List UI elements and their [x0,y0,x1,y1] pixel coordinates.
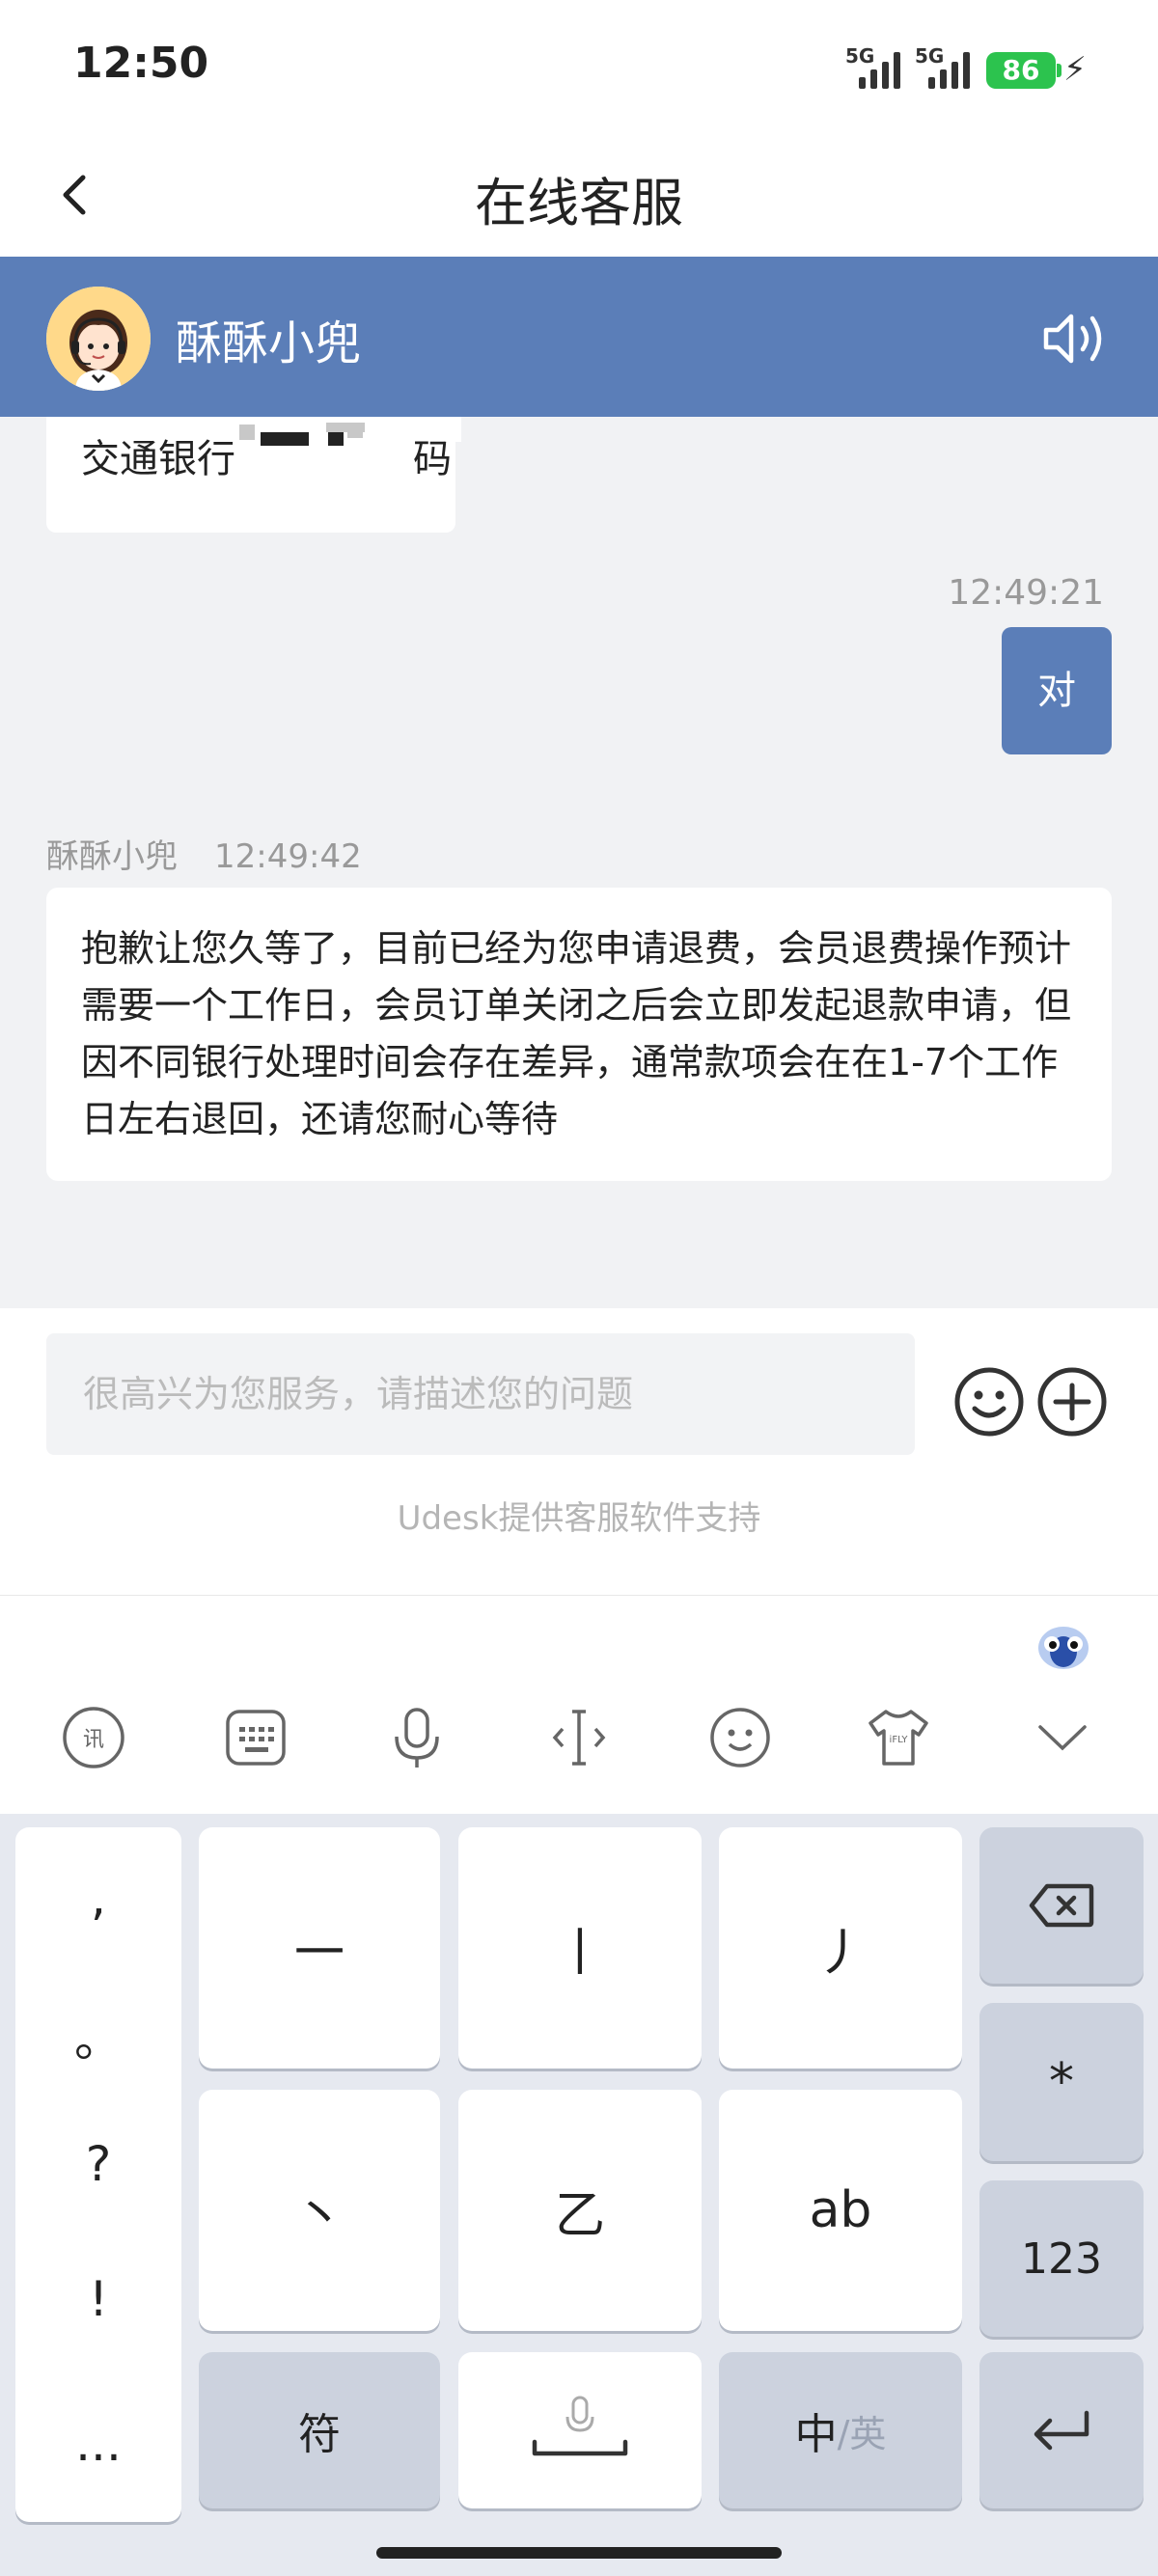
punct-key-period[interactable]: 。 [15,2001,181,2070]
more-button[interactable] [1036,1366,1108,1438]
star-key[interactable]: * [979,2003,1144,2161]
agent-message-meta: 酥酥小兜 12:49:42 [46,830,362,877]
key-dian[interactable]: 丶 [199,2090,440,2331]
signal-icon-2: 5G [915,44,973,89]
emoji-button[interactable] [953,1366,1025,1438]
enter-icon [1034,2410,1089,2451]
svg-text:讯: 讯 [83,1728,104,1752]
key-shu[interactable]: 丨 [458,1827,702,2069]
mic-icon [395,1708,439,1768]
smile-button[interactable] [706,1704,774,1771]
smile-icon [710,1708,770,1768]
svg-text:iFLY: iFLY [890,1735,909,1745]
space-key[interactable] [458,2352,702,2508]
ime-mascot-icon[interactable] [1034,1619,1092,1673]
status-bar: 12:50 5G 5G 86 ⚡ [0,0,1158,135]
punct-key-ellipsis[interactable]: ... [15,2416,181,2472]
page-title: 在线客服 [475,173,683,233]
agent-message-partial: 交通银行 码 [46,417,461,533]
user-message: 对 [1002,627,1112,754]
keyboard-switch-button[interactable] [222,1704,290,1771]
keyboard-icon [226,1710,286,1766]
keyboard-toolbar: 讯 iFLY [0,1596,1158,1814]
language-key[interactable]: 中/英 [719,2352,962,2508]
chat-area[interactable]: 交通银行 码 12:49:21 对 酥酥小兜 12:49:42 抱歉让您久等了，目… [0,417,1158,1308]
composer: Udesk提供客服软件支持 [0,1308,1158,1596]
speaker-icon [1043,314,1102,364]
enter-key[interactable] [979,2352,1144,2508]
punctuation-column: , 。 ? ! ... [15,1827,181,2522]
headset-avatar [46,287,151,391]
battery-tip [1057,64,1062,77]
agent-name: 酥酥小兜 [176,316,362,370]
voice-input-icon: 讯 [63,1707,124,1768]
cursor-icon [552,1710,606,1766]
home-indicator[interactable] [376,2547,782,2559]
agent-sender-name: 酥酥小兜 [46,837,178,876]
key-pie[interactable]: 丿 [719,1827,962,2069]
agent-avatar [46,287,151,391]
mic-button[interactable] [383,1704,451,1771]
voice-input-button[interactable]: 讯 [60,1704,127,1771]
back-icon [63,175,86,215]
agent-message: 抱歉让您久等了，目前已经为您申请退费，会员退费操作预计需要一个工作日，会员订单关… [46,888,1112,1181]
agent-message-time: 12:49:42 [214,837,362,876]
collapse-keyboard-button[interactable] [1029,1704,1096,1771]
signal-icon-1: 5G [845,44,903,89]
punct-key-question[interactable]: ? [15,2136,181,2192]
battery-indicator: 86 [986,52,1056,89]
back-button[interactable] [46,164,108,226]
key-heng[interactable]: 一 [199,1827,440,2069]
charging-icon: ⚡ [1063,50,1087,89]
title-bar: 在线客服 [0,135,1158,257]
collapse-icon [1038,1725,1087,1751]
emoji-icon [954,1367,1024,1437]
skin-icon: iFLY [868,1710,928,1766]
key-zhe[interactable]: 乙 [458,2090,702,2331]
backspace-icon [1029,1883,1094,1928]
punct-key-exclaim[interactable]: ! [15,2271,181,2327]
message-input[interactable] [46,1333,915,1455]
keyboard: , 。 ? ! ... 一 丨 丿 丶 乙 ab * 123 符 中/英 [0,1814,1158,2576]
cursor-button[interactable] [545,1704,613,1771]
powered-by: Udesk提供客服软件支持 [397,1499,761,1538]
user-message-time: 12:49:21 [948,573,1104,613]
plus-icon [1037,1367,1107,1437]
skin-button[interactable]: iFLY [865,1704,932,1771]
number-key[interactable]: 123 [979,2180,1144,2337]
key-ab[interactable]: ab [719,2090,962,2331]
backspace-key[interactable] [979,1827,1144,1984]
status-time: 12:50 [73,39,209,88]
speaker-button[interactable] [1040,307,1112,370]
agent-header: 酥酥小兜 [0,257,1158,417]
space-icon [532,2396,628,2456]
punct-key-comma[interactable]: , [15,1870,181,1926]
symbol-key[interactable]: 符 [199,2352,440,2508]
